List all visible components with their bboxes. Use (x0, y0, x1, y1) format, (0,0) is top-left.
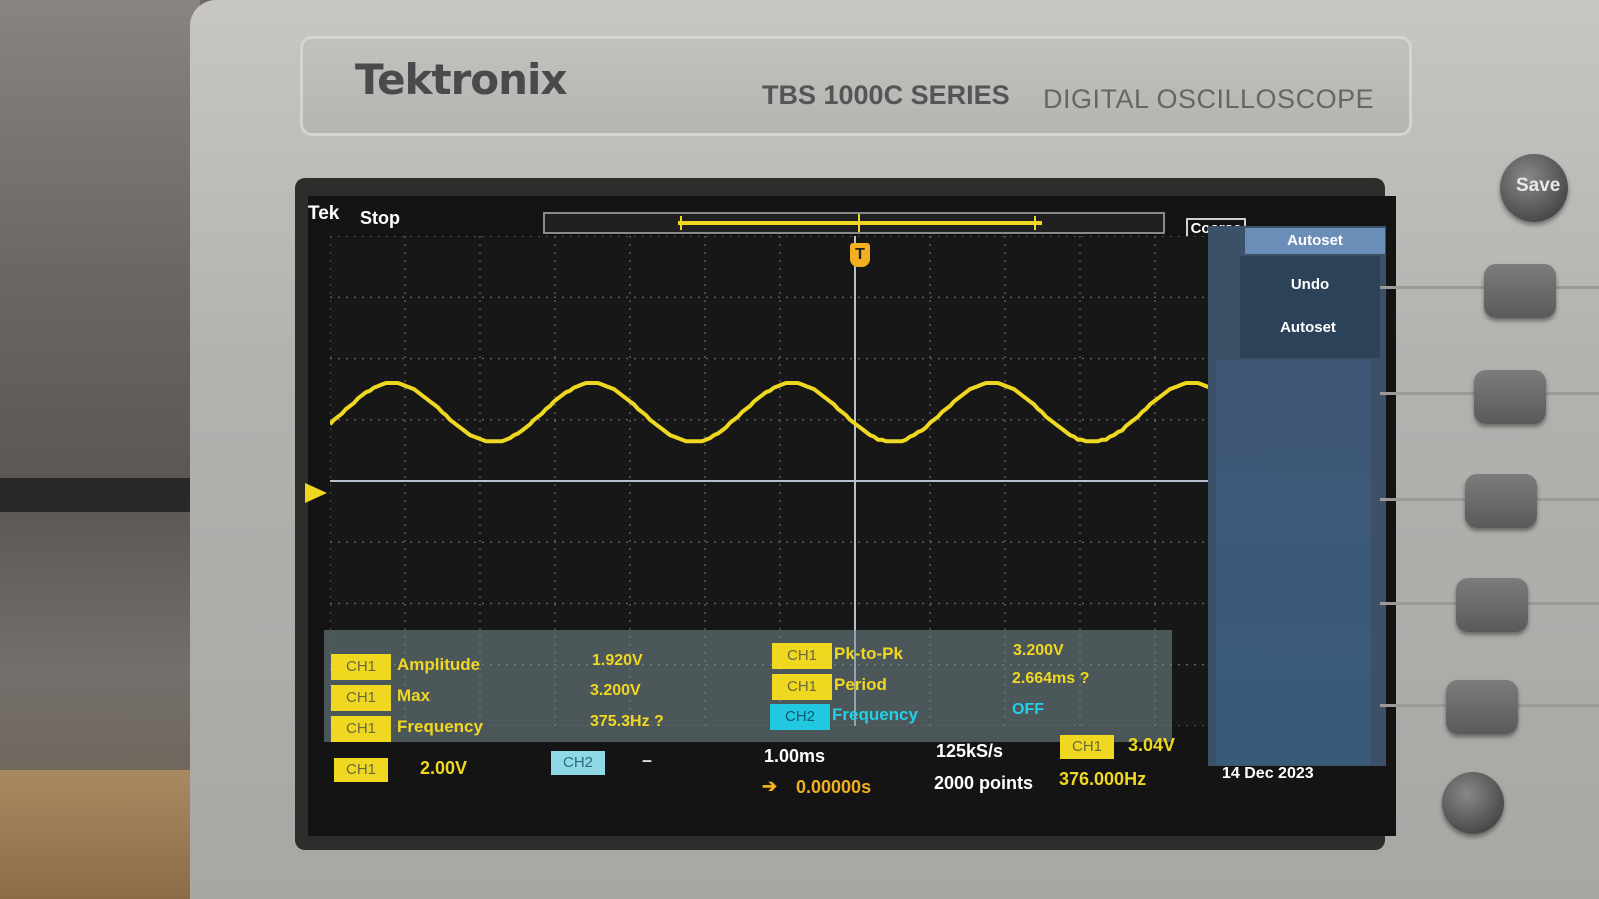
meas-value: 3.200V (1013, 642, 1064, 659)
trigger-slope-icon: ∫ (1104, 733, 1109, 753)
record-trigger-tick (858, 214, 860, 232)
menu-empty-area (1216, 360, 1371, 765)
save-button-label: Save (1516, 175, 1561, 196)
run-state: Stop (360, 208, 400, 228)
trigger-position-marker: T (850, 243, 870, 267)
meas-value: 1.920V (592, 652, 643, 669)
meas-tag: CH1 (331, 685, 391, 711)
ch1-ground-marker (305, 483, 327, 503)
meas-label: Max (397, 686, 431, 705)
meas-tag: CH2 (770, 704, 830, 730)
model-series: TBS 1000C SERIES (762, 80, 1010, 110)
meas-tag: CH1 (772, 643, 832, 669)
meas-label: Period (834, 675, 887, 694)
menu-options (1240, 256, 1380, 358)
bezel-button-3[interactable] (1465, 474, 1537, 528)
meas-label: Pk-to-Pk (834, 644, 903, 663)
meas-label: Amplitude (397, 655, 481, 674)
background-cable (0, 478, 200, 512)
trigger-level: 3.04V (1128, 735, 1176, 755)
brand-logo: Tektronix (355, 55, 568, 104)
menu-title: Autoset (1245, 228, 1385, 254)
model-subtitle: DIGITAL OSCILLOSCOPE (1043, 84, 1375, 114)
menu-off-button[interactable] (1442, 772, 1504, 834)
horizontal-position-arrow: ➔ (762, 776, 778, 796)
meas-label: Frequency (397, 717, 483, 736)
ch1-scale: 2.00V (420, 758, 468, 778)
timebase: 1.00ms (764, 746, 826, 766)
menu-item-autoset[interactable]: Autoset (1238, 319, 1378, 336)
sample-rate: 125kS/s (936, 741, 1004, 761)
menu-item-undo[interactable]: Undo (1240, 276, 1380, 293)
meas-value: 2.664ms ? (1012, 670, 1090, 687)
record-view-tick-right (1034, 216, 1036, 230)
trigger-frequency: 376.000Hz (1059, 769, 1147, 789)
record-length: 2000 points (934, 773, 1034, 793)
background-wall (0, 0, 200, 899)
tek-logo: Tek (308, 203, 340, 224)
horizontal-position: 0.00000s (796, 777, 872, 797)
bezel-button-4[interactable] (1456, 578, 1528, 632)
background-shelf (0, 770, 200, 899)
meas-label: Frequency (832, 705, 918, 724)
bezel-button-5[interactable] (1446, 680, 1518, 734)
meas-value: 3.200V (590, 682, 641, 699)
meas-value: OFF (1012, 701, 1044, 718)
bezel-button-2[interactable] (1474, 370, 1546, 424)
meas-value: 375.3Hz ? (590, 713, 664, 730)
ch2-scale: – (642, 750, 653, 770)
record-view-window (678, 221, 1042, 225)
ch2-tag: CH2 (551, 751, 605, 775)
meas-tag: CH1 (331, 716, 391, 742)
record-view-tick-left (680, 216, 682, 230)
bezel-button-1[interactable] (1484, 264, 1556, 318)
meas-tag: CH1 (772, 674, 832, 700)
meas-tag: CH1 (331, 654, 391, 680)
ch1-tag: CH1 (334, 758, 388, 782)
date-display: 14 Dec 2023 (1222, 765, 1314, 782)
